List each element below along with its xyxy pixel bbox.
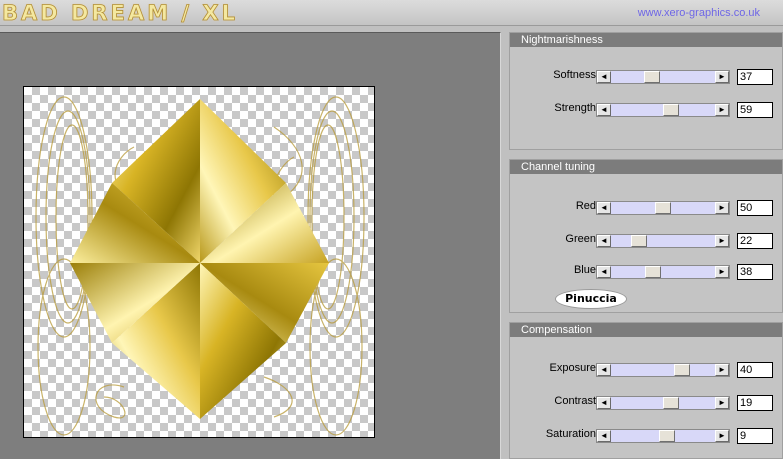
saturation-slider[interactable]: ◄ ► xyxy=(596,429,730,443)
left-arrow-icon[interactable]: ◄ xyxy=(597,266,611,278)
contrast-slider[interactable]: ◄ ► xyxy=(596,396,730,410)
contrast-row: Contrast ◄ ► 19 xyxy=(510,393,783,411)
compensation-header: Compensation xyxy=(510,323,782,337)
right-arrow-icon[interactable]: ► xyxy=(715,364,729,376)
header-bar: BAD DREAM / XL www.xero-graphics.co.uk xyxy=(0,0,783,26)
plugin-title: BAD DREAM / XL xyxy=(2,1,238,26)
exposure-thumb[interactable] xyxy=(673,364,690,376)
right-arrow-icon[interactable]: ► xyxy=(715,202,729,214)
blue-value[interactable]: 38 xyxy=(737,264,773,280)
strength-slider[interactable]: ◄ ► xyxy=(596,103,730,117)
softness-row: Softness ◄ ► 37 xyxy=(510,67,783,85)
left-arrow-icon[interactable]: ◄ xyxy=(597,104,611,116)
left-arrow-icon[interactable]: ◄ xyxy=(597,202,611,214)
contrast-thumb[interactable] xyxy=(662,397,679,409)
left-arrow-icon[interactable]: ◄ xyxy=(597,364,611,376)
softness-slider[interactable]: ◄ ► xyxy=(596,70,730,84)
channel-tuning-panel: Channel tuning Red ◄ ► 50 Green ◄ ► 22 B… xyxy=(509,159,783,313)
green-slider[interactable]: ◄ ► xyxy=(596,234,730,248)
preview-image xyxy=(35,96,365,436)
right-arrow-icon[interactable]: ► xyxy=(715,104,729,116)
preview-area xyxy=(0,32,501,459)
right-arrow-icon[interactable]: ► xyxy=(715,266,729,278)
right-arrow-icon[interactable]: ► xyxy=(715,235,729,247)
exposure-row: Exposure ◄ ► 40 xyxy=(510,360,783,378)
exposure-value[interactable]: 40 xyxy=(737,362,773,378)
left-arrow-icon[interactable]: ◄ xyxy=(597,397,611,409)
left-arrow-icon[interactable]: ◄ xyxy=(597,430,611,442)
pinuccia-watermark: Pinuccia xyxy=(555,289,627,309)
red-row: Red ◄ ► 50 xyxy=(510,198,783,216)
blue-thumb[interactable] xyxy=(644,266,661,278)
blue-label: Blue xyxy=(573,264,596,276)
saturation-label: Saturation xyxy=(545,428,596,440)
compensation-panel: Compensation Exposure ◄ ► 40 Contrast ◄ … xyxy=(509,322,783,459)
nightmarishness-panel: Nightmarishness Softness ◄ ► 37 Strength… xyxy=(509,32,783,150)
blue-slider[interactable]: ◄ ► xyxy=(596,265,730,279)
exposure-slider[interactable]: ◄ ► xyxy=(596,363,730,377)
green-row: Green ◄ ► 22 xyxy=(510,231,783,249)
left-arrow-icon[interactable]: ◄ xyxy=(597,71,611,83)
red-slider[interactable]: ◄ ► xyxy=(596,201,730,215)
contrast-value[interactable]: 19 xyxy=(737,395,773,411)
exposure-label: Exposure xyxy=(549,362,596,374)
contrast-label: Contrast xyxy=(554,395,596,407)
channel-tuning-header: Channel tuning xyxy=(510,160,782,174)
right-arrow-icon[interactable]: ► xyxy=(715,430,729,442)
website-link[interactable]: www.xero-graphics.co.uk xyxy=(638,7,760,19)
blue-row: Blue ◄ ► 38 xyxy=(510,262,783,280)
softness-thumb[interactable] xyxy=(643,71,660,83)
saturation-thumb[interactable] xyxy=(659,430,676,442)
softness-value[interactable]: 37 xyxy=(737,69,773,85)
plugin-window: BAD DREAM / XL www.xero-graphics.co.uk N… xyxy=(0,0,783,459)
right-arrow-icon[interactable]: ► xyxy=(715,397,729,409)
green-thumb[interactable] xyxy=(630,235,647,247)
strength-value[interactable]: 59 xyxy=(737,102,773,118)
red-value[interactable]: 50 xyxy=(737,200,773,216)
nightmarishness-header: Nightmarishness xyxy=(510,33,782,47)
left-arrow-icon[interactable]: ◄ xyxy=(597,235,611,247)
strength-thumb[interactable] xyxy=(662,104,679,116)
red-thumb[interactable] xyxy=(655,202,671,214)
softness-label: Softness xyxy=(553,69,596,81)
strength-label: Strength xyxy=(554,102,596,114)
strength-row: Strength ◄ ► 59 xyxy=(510,100,783,118)
right-arrow-icon[interactable]: ► xyxy=(715,71,729,83)
green-label: Green xyxy=(565,233,596,245)
saturation-row: Saturation ◄ ► 9 xyxy=(510,426,783,444)
preview-canvas[interactable] xyxy=(23,86,375,438)
red-label: Red xyxy=(575,200,596,212)
green-value[interactable]: 22 xyxy=(737,233,773,249)
saturation-value[interactable]: 9 xyxy=(737,428,773,444)
